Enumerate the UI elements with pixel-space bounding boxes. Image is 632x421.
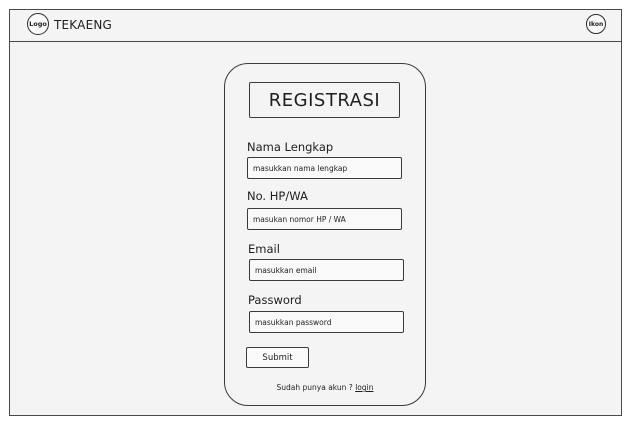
profile-icon[interactable]: Ikon <box>586 14 606 34</box>
registration-card: REGISTRASI Nama Lengkap No. HP/WA Email … <box>224 63 426 406</box>
brand-name: TEKAENG <box>54 18 113 32</box>
logo-icon[interactable]: Logo <box>27 13 49 35</box>
login-prompt: Sudah punya akun ? login <box>225 383 425 392</box>
login-link[interactable]: login <box>355 383 373 392</box>
app-frame: Logo TEKAENG Ikon REGISTRASI Nama Lengka… <box>9 9 622 416</box>
navbar: Logo TEKAENG Ikon <box>10 10 621 42</box>
password-input[interactable] <box>249 311 404 333</box>
profile-icon-text: Ikon <box>588 20 604 28</box>
label-email: Email <box>248 242 280 256</box>
page-title: REGISTRASI <box>249 82 400 118</box>
label-password: Password <box>248 293 302 307</box>
login-prompt-text: Sudah punya akun ? <box>276 383 353 392</box>
nama-lengkap-input[interactable] <box>247 157 402 179</box>
no-hp-input[interactable] <box>247 208 402 230</box>
label-nama-lengkap: Nama Lengkap <box>247 140 334 154</box>
label-no-hp: No. HP/WA <box>247 189 308 203</box>
submit-button[interactable]: Submit <box>246 347 309 368</box>
email-input[interactable] <box>249 259 404 281</box>
logo-text: Logo <box>29 20 47 28</box>
